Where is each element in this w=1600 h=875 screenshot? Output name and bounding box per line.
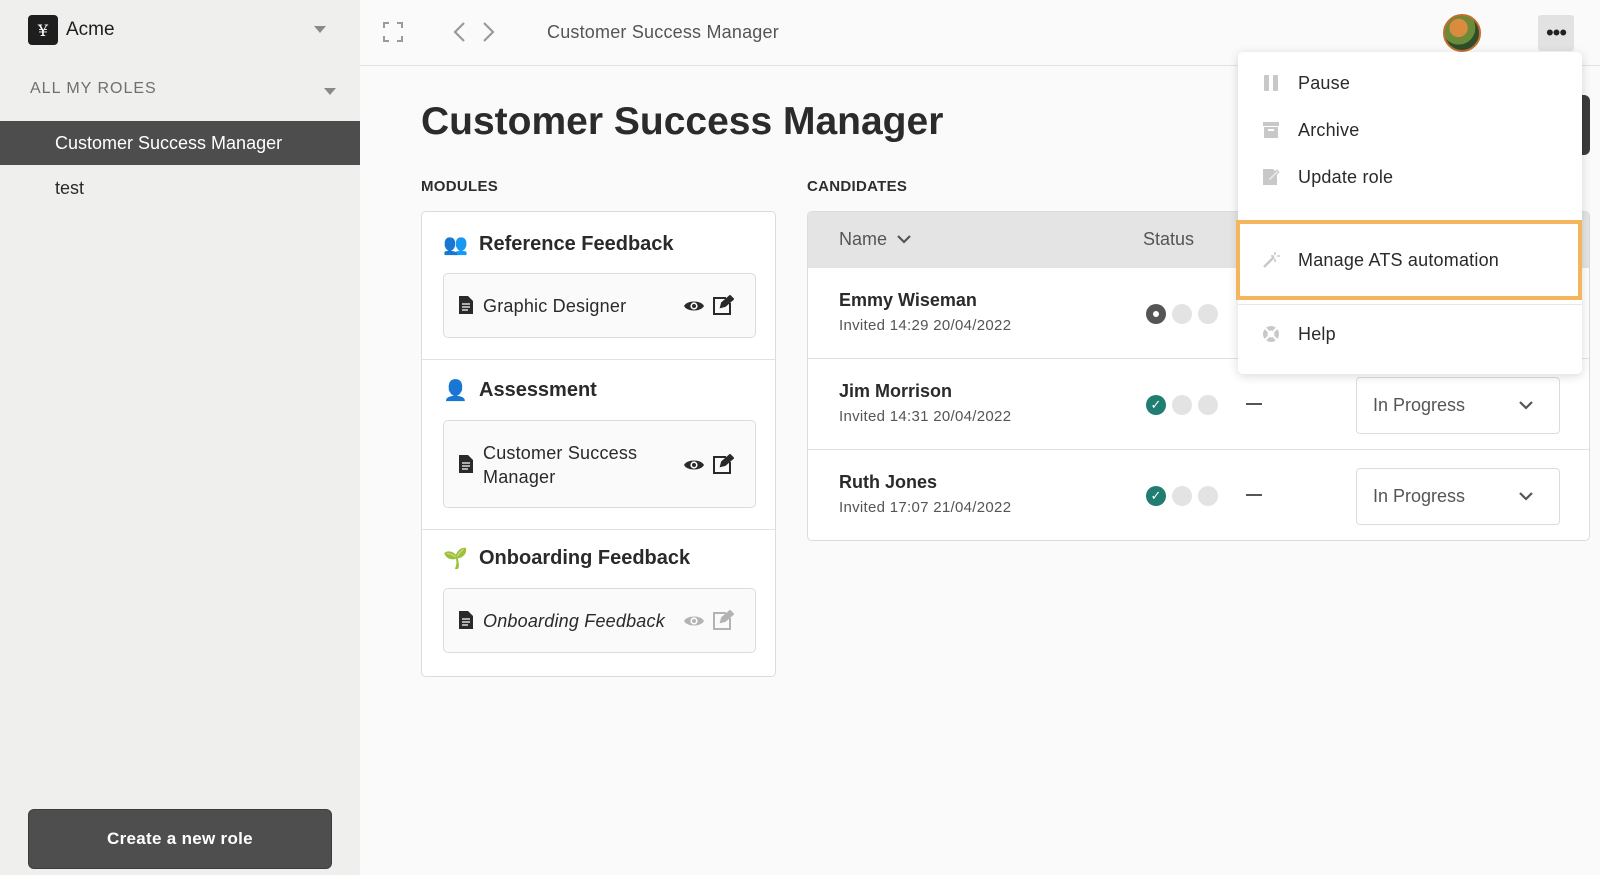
- edit-icon[interactable]: [712, 454, 734, 474]
- empty-value-dash: [1246, 403, 1262, 405]
- sidebar-item-test[interactable]: test: [0, 166, 360, 210]
- menu-divider: [1238, 222, 1582, 223]
- candidate-invited: Invited 17:07 21/04/2022: [839, 499, 1012, 516]
- edit-document-icon: [1263, 169, 1280, 185]
- seedling-icon: 🌱: [443, 548, 468, 570]
- eye-icon[interactable]: [683, 296, 705, 316]
- org-name: Acme: [66, 19, 115, 40]
- menu-item-label: Pause: [1298, 72, 1351, 93]
- sidebar: ¥ Acme ALL MY ROLES Customer Success Man…: [0, 0, 360, 875]
- module-header-assessment: 👤 Assessment: [443, 378, 597, 403]
- menu-item-manage-ats-automation[interactable]: Manage ATS automation: [1236, 220, 1582, 300]
- column-header-name: Name: [839, 229, 888, 249]
- candidate-name[interactable]: Emmy Wiseman: [839, 290, 977, 311]
- modules-panel: 👥 Reference Feedback Graphic Designer 👤 …: [421, 211, 776, 677]
- menu-item-label: Manage ATS automation: [1298, 249, 1499, 270]
- candidate-name[interactable]: Ruth Jones: [839, 472, 937, 493]
- module-title: Onboarding Feedback: [479, 547, 691, 569]
- people-icon: 👥: [443, 234, 468, 256]
- candidate-name[interactable]: Jim Morrison: [839, 381, 952, 402]
- progress-dots: [1146, 304, 1224, 324]
- candidate-status-select[interactable]: In Progress: [1356, 468, 1560, 525]
- check-icon: ✓: [1146, 395, 1166, 415]
- step-current-icon: [1146, 304, 1166, 324]
- module-divider: [422, 529, 775, 530]
- create-role-button[interactable]: Create a new role: [28, 809, 332, 869]
- document-icon: [459, 455, 473, 473]
- step-pending-icon: [1198, 395, 1218, 415]
- progress-dots: ✓: [1146, 395, 1224, 415]
- empty-value-dash: [1246, 494, 1262, 496]
- module-item-label: Onboarding Feedback: [483, 611, 665, 631]
- menu-item-pause[interactable]: Pause: [1238, 60, 1582, 106]
- module-item-card: Graphic Designer: [443, 273, 756, 338]
- step-pending-icon: [1198, 304, 1218, 324]
- column-header-status: Status: [1143, 229, 1195, 249]
- person-icon: 👤: [443, 380, 468, 402]
- check-icon: ✓: [1146, 486, 1166, 506]
- magic-wand-icon: [1263, 252, 1280, 268]
- module-title: Reference Feedback: [479, 233, 674, 255]
- document-icon: [459, 296, 473, 314]
- archive-icon: [1263, 122, 1279, 138]
- step-pending-icon: [1172, 395, 1192, 415]
- role-options-menu: Pause Archive Update role Manage ATS aut…: [1236, 52, 1582, 374]
- modules-label: MODULES: [421, 178, 499, 195]
- expand-icon[interactable]: [383, 22, 403, 42]
- module-item-label: Graphic Designer: [483, 296, 627, 316]
- eye-icon[interactable]: [683, 611, 705, 631]
- pause-icon: [1264, 75, 1278, 91]
- module-header-onboarding-feedback: 🌱 Onboarding Feedback: [443, 546, 690, 571]
- sidebar-item-customer-success-manager[interactable]: Customer Success Manager: [0, 121, 360, 165]
- eye-icon[interactable]: [683, 455, 705, 475]
- lifebuoy-icon: [1263, 326, 1279, 342]
- module-title: Assessment: [479, 379, 597, 401]
- menu-item-label: Update role: [1298, 166, 1394, 187]
- select-value: In Progress: [1373, 395, 1466, 415]
- menu-item-update-role[interactable]: Update role: [1238, 154, 1582, 200]
- roles-header-label: ALL MY ROLES: [30, 80, 157, 97]
- table-row: Ruth Jones Invited 17:07 21/04/2022 ✓ In…: [808, 449, 1589, 540]
- chevron-down-icon: [897, 235, 911, 244]
- caret-down-icon: [324, 88, 336, 95]
- menu-item-archive[interactable]: Archive: [1238, 107, 1582, 153]
- candidate-invited: Invited 14:29 20/04/2022: [839, 317, 1012, 334]
- org-logo: ¥: [28, 15, 58, 45]
- sort-by-name[interactable]: Name: [839, 229, 911, 250]
- edit-icon[interactable]: [712, 295, 734, 315]
- select-value: In Progress: [1373, 486, 1466, 506]
- module-item-label: Customer Success Manager: [483, 443, 638, 487]
- org-switcher[interactable]: ¥ Acme: [28, 14, 334, 46]
- step-pending-icon: [1172, 304, 1192, 324]
- roles-filter[interactable]: ALL MY ROLES: [30, 80, 336, 102]
- menu-divider: [1238, 304, 1582, 305]
- candidates-label: CANDIDATES: [807, 178, 908, 195]
- progress-dots: ✓: [1146, 486, 1224, 506]
- module-item-card: Customer Success Manager: [443, 420, 756, 508]
- menu-item-help[interactable]: Help: [1238, 311, 1582, 357]
- step-pending-icon: [1172, 486, 1192, 506]
- caret-down-icon: [314, 26, 326, 33]
- candidate-status-select[interactable]: In Progress: [1356, 377, 1560, 434]
- page-title: Customer Success Manager: [421, 100, 944, 143]
- chevron-down-icon: [1519, 492, 1533, 501]
- module-divider: [422, 359, 775, 360]
- menu-item-label: Archive: [1298, 119, 1360, 140]
- candidate-invited: Invited 14:31 20/04/2022: [839, 408, 1012, 425]
- module-item-card: Onboarding Feedback: [443, 588, 756, 653]
- step-pending-icon: [1198, 486, 1218, 506]
- back-arrow-icon[interactable]: [449, 20, 471, 44]
- breadcrumb: Customer Success Manager: [547, 22, 779, 42]
- forward-arrow-icon[interactable]: [477, 20, 499, 44]
- more-options-button[interactable]: •••: [1538, 15, 1574, 51]
- edit-icon[interactable]: [712, 610, 734, 630]
- menu-item-label: Help: [1298, 323, 1336, 344]
- document-icon: [459, 611, 473, 629]
- module-header-reference-feedback: 👥 Reference Feedback: [443, 232, 674, 257]
- avatar[interactable]: [1443, 14, 1481, 52]
- chevron-down-icon: [1519, 401, 1533, 410]
